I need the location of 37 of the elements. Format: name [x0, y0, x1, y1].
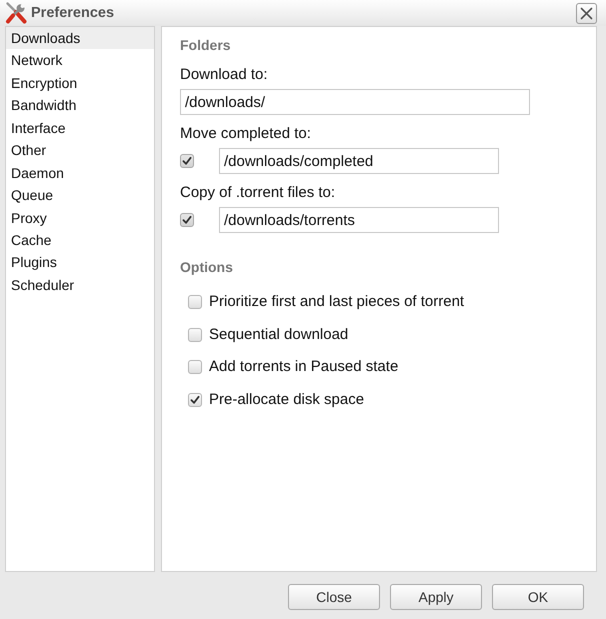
- sidebar-item[interactable]: Proxy: [6, 206, 154, 229]
- close-button[interactable]: [576, 2, 597, 24]
- sidebar-item[interactable]: Network: [6, 49, 154, 72]
- sidebar-item[interactable]: Scheduler: [6, 274, 154, 296]
- sidebar-item[interactable]: Cache: [6, 228, 154, 252]
- path-field[interactable]: /downloads/: [180, 89, 530, 115]
- sidebar-item[interactable]: Bandwidth: [6, 94, 154, 117]
- window-title: Preferences: [31, 4, 114, 22]
- checkbox[interactable]: [188, 360, 202, 374]
- sidebar-item[interactable]: Downloads: [6, 27, 154, 50]
- path-field[interactable]: /downloads/torrents: [219, 207, 499, 233]
- field-label: Move completed to:: [180, 124, 311, 144]
- tools-icon: [5, 1, 27, 25]
- checkbox[interactable]: [188, 328, 202, 342]
- dialog-button[interactable]: OK: [492, 584, 584, 610]
- sidebar-item[interactable]: Encryption: [6, 72, 154, 94]
- sidebar-item[interactable]: Interface: [6, 116, 154, 140]
- path-field[interactable]: /downloads/completed: [219, 148, 499, 174]
- checkbox[interactable]: [188, 393, 202, 408]
- sidebar-item[interactable]: Plugins: [6, 251, 154, 274]
- close-icon: [580, 6, 593, 20]
- checkbox[interactable]: [188, 295, 202, 310]
- option-label: Sequential download: [209, 324, 348, 345]
- dialog-button[interactable]: Close: [288, 584, 380, 610]
- dialog-button[interactable]: Apply: [390, 584, 482, 610]
- option-label: Add torrents in Paused state: [209, 357, 398, 378]
- field-label: Download to:: [180, 65, 268, 85]
- checkbox[interactable]: [180, 154, 194, 168]
- sidebar-item[interactable]: Daemon: [6, 162, 154, 184]
- field-label: Copy of .torrent files to:: [180, 183, 336, 203]
- checkbox[interactable]: [180, 213, 194, 227]
- option-label: Prioritize first and last pieces of torrent: [209, 292, 464, 312]
- sidebar-item[interactable]: Queue: [6, 184, 154, 206]
- sidebar-item[interactable]: Other: [6, 139, 154, 162]
- section-heading: Options: [180, 258, 233, 277]
- section-heading: Folders: [180, 36, 231, 55]
- option-label: Pre-allocate disk space: [209, 390, 364, 410]
